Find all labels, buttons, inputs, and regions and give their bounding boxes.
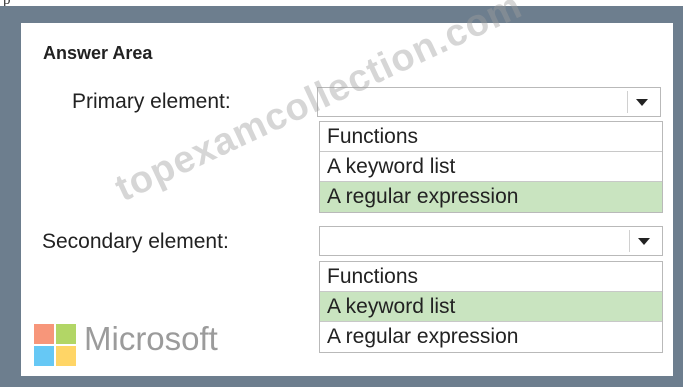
chevron-down-icon [638, 238, 650, 245]
primary-option-functions[interactable]: Functions [320, 122, 662, 152]
primary-element-label: Primary element: [72, 90, 231, 113]
secondary-element-label: Secondary element: [42, 230, 229, 253]
primary-option-keyword-list[interactable]: A keyword list [320, 152, 662, 182]
microsoft-logo: Microsoft [34, 320, 274, 366]
secondary-option-functions[interactable]: Functions [320, 262, 662, 292]
primary-element-options: Functions A keyword list A regular expre… [319, 121, 663, 213]
chevron-down-icon [636, 99, 648, 106]
secondary-option-keyword-list[interactable]: A keyword list [320, 292, 662, 322]
microsoft-logo-text: Microsoft [84, 320, 218, 357]
secondary-option-regular-expression[interactable]: A regular expression [320, 322, 662, 352]
secondary-element-options: Functions A keyword list A regular expre… [319, 261, 663, 353]
primary-dropdown-button[interactable] [627, 91, 656, 113]
primary-option-regular-expression[interactable]: A regular expression [320, 182, 662, 212]
secondary-element-dropdown[interactable] [319, 226, 663, 256]
secondary-dropdown-button[interactable] [629, 230, 658, 252]
answer-area-title: Answer Area [43, 43, 153, 63]
